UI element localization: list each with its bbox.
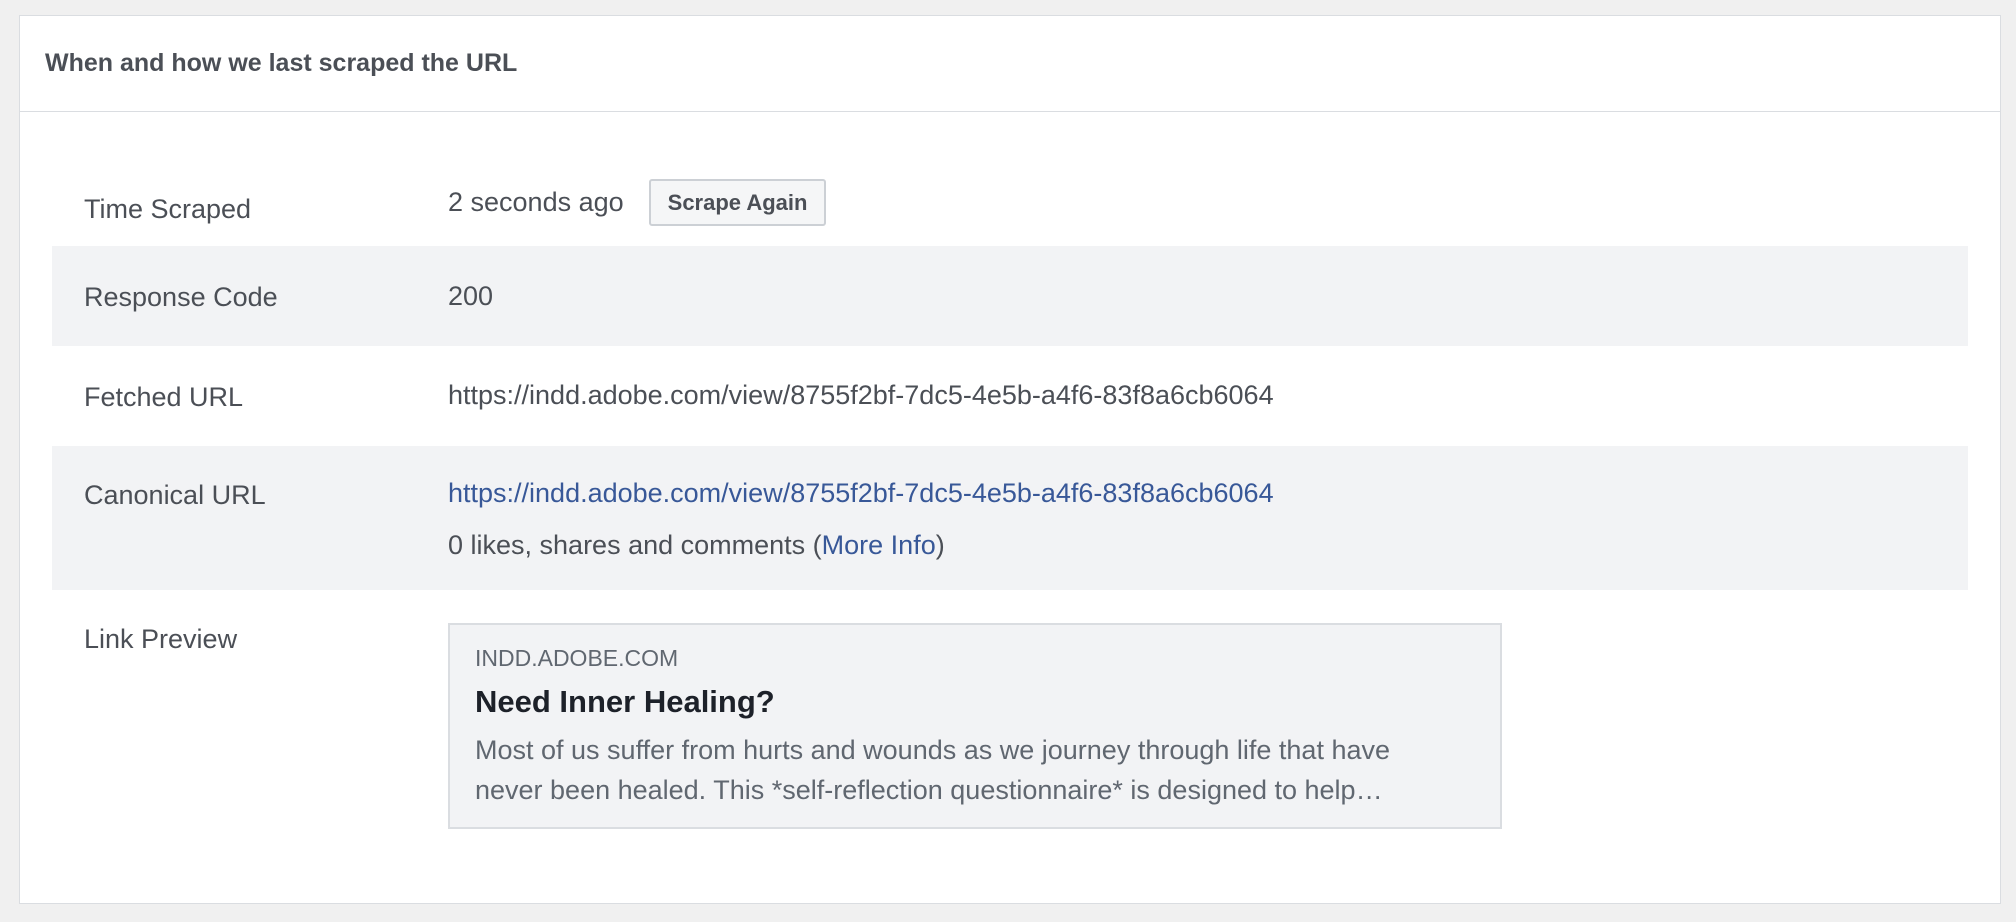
engagement-text: 0 likes, shares and comments ( [448, 530, 822, 560]
canonical-url-value-group: https://indd.adobe.com/view/8755f2bf-7dc… [448, 478, 1274, 561]
preview-description: Most of us suffer from hurts and wounds … [475, 735, 1390, 805]
fetched-url-label: Fetched URL [84, 382, 244, 412]
scrape-details-table: Time Scraped 2 seconds ago Scrape Again … [52, 141, 1968, 850]
time-scraped-label: Time Scraped [84, 194, 252, 224]
panel-title: When and how we last scraped the URL [45, 49, 518, 77]
row-link-preview: Link Preview INDD.ADOBE.COM Need Inner H… [52, 590, 1968, 850]
scrape-again-button[interactable]: Scrape Again [648, 179, 827, 226]
more-info-link[interactable]: More Info [822, 530, 936, 560]
row-canonical-url: Canonical URL https://indd.adobe.com/vie… [52, 446, 1968, 590]
engagement-summary: 0 likes, shares and comments (More Info) [448, 530, 1274, 561]
fetched-url-link[interactable]: https://indd.adobe.com/view/8755f2bf-7dc… [448, 380, 1274, 411]
canonical-url-label: Canonical URL [84, 480, 266, 510]
response-code-label: Response Code [84, 282, 278, 312]
link-preview-label: Link Preview [84, 624, 238, 654]
panel-header: When and how we last scraped the URL [20, 16, 2000, 112]
link-preview-card[interactable]: INDD.ADOBE.COM Need Inner Healing? Most … [448, 623, 1502, 829]
row-response-code: Response Code 200 [52, 246, 1968, 346]
scrape-info-panel: When and how we last scraped the URL Tim… [19, 15, 2001, 904]
row-time-scraped: Time Scraped 2 seconds ago Scrape Again [52, 141, 1968, 246]
preview-title: Need Inner Healing? [475, 684, 775, 719]
time-scraped-value: 2 seconds ago [448, 187, 624, 217]
engagement-close-paren: ) [935, 530, 945, 560]
row-fetched-url: Fetched URL https://indd.adobe.com/view/… [52, 346, 1968, 446]
preview-domain: INDD.ADOBE.COM [475, 645, 679, 671]
canonical-url-link[interactable]: https://indd.adobe.com/view/8755f2bf-7dc… [448, 478, 1274, 508]
response-code-value: 200 [448, 281, 494, 311]
time-scraped-value-group: 2 seconds ago Scrape Again [448, 179, 827, 226]
